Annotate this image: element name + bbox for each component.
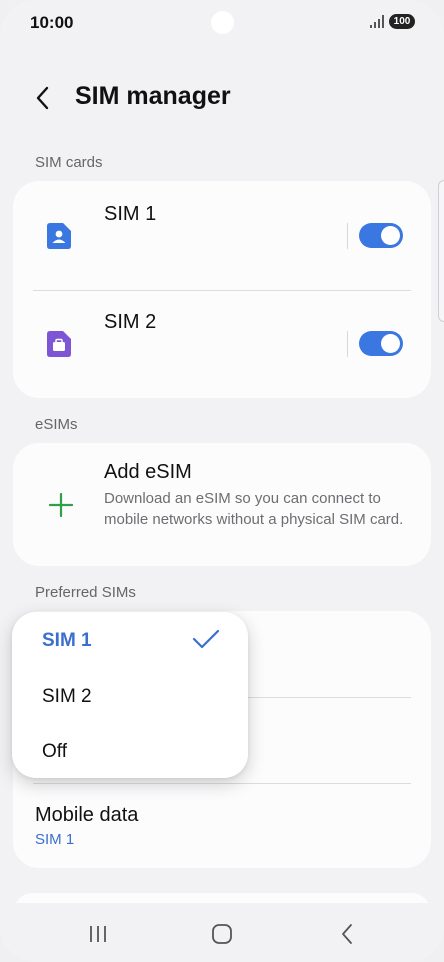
divider	[347, 331, 348, 357]
mobile-data-value: SIM 1	[35, 831, 75, 848]
status-bar: 10:00 100	[0, 0, 444, 44]
dropdown-option-off[interactable]: Off	[12, 724, 248, 778]
battery-indicator: 100	[389, 14, 415, 29]
camera-cutout	[211, 11, 234, 34]
mobile-data-label: Mobile data	[35, 804, 139, 826]
sim-1-toggle[interactable]	[359, 223, 403, 248]
app-header: SIM manager	[0, 78, 444, 118]
dropdown-option-sim-1[interactable]: SIM 1	[12, 612, 248, 668]
back-arrow-icon[interactable]	[28, 82, 60, 114]
section-label-preferred-sims: Preferred SIMs	[35, 584, 136, 601]
status-time: 10:00	[30, 13, 74, 32]
dropdown-option-label: SIM 1	[42, 630, 92, 651]
page-title: SIM manager	[75, 82, 231, 110]
dropdown-option-label: Off	[42, 741, 67, 762]
scrollbar[interactable]	[438, 180, 444, 322]
home-icon[interactable]	[207, 919, 237, 949]
phone-screen: 10:00 100 SIM manager SIM cards SIM 1 SI…	[0, 0, 444, 962]
add-esim-title: Add eSIM	[104, 461, 192, 483]
sim-2-name: SIM 2	[104, 311, 157, 333]
section-label-esims: eSIMs	[35, 416, 78, 433]
add-esim-card[interactable]: Add eSIM Download an eSIM so you can con…	[13, 443, 431, 566]
dropdown-option-label: SIM 2	[42, 686, 92, 707]
sim-2-toggle[interactable]	[359, 331, 403, 356]
toggle-knob	[381, 226, 400, 245]
plus-icon	[49, 493, 73, 517]
sim-row-2[interactable]: SIM 2	[13, 291, 431, 391]
recents-icon[interactable]	[83, 919, 113, 949]
section-label-sim-cards: SIM cards	[35, 154, 103, 171]
signal-icon	[370, 15, 384, 28]
sim-1-name: SIM 1	[104, 203, 157, 225]
back-icon[interactable]	[332, 919, 362, 949]
dropdown-option-sim-2[interactable]: SIM 2	[12, 668, 248, 724]
mobile-data-row[interactable]: Mobile data SIM 1	[13, 784, 431, 868]
sim-cards-card: SIM 1 SIM 2	[13, 181, 431, 398]
toggle-knob	[381, 334, 400, 353]
sim-row-1[interactable]: SIM 1	[13, 181, 431, 281]
sim-briefcase-icon	[47, 331, 71, 357]
sim-select-dropdown: SIM 1 SIM 2 Off	[12, 612, 248, 778]
divider	[347, 223, 348, 249]
navigation-bar	[0, 903, 444, 962]
checkmark-icon	[192, 629, 220, 649]
add-esim-description: Download an eSIM so you can connect to m…	[104, 490, 404, 528]
sim-person-icon	[47, 223, 71, 249]
